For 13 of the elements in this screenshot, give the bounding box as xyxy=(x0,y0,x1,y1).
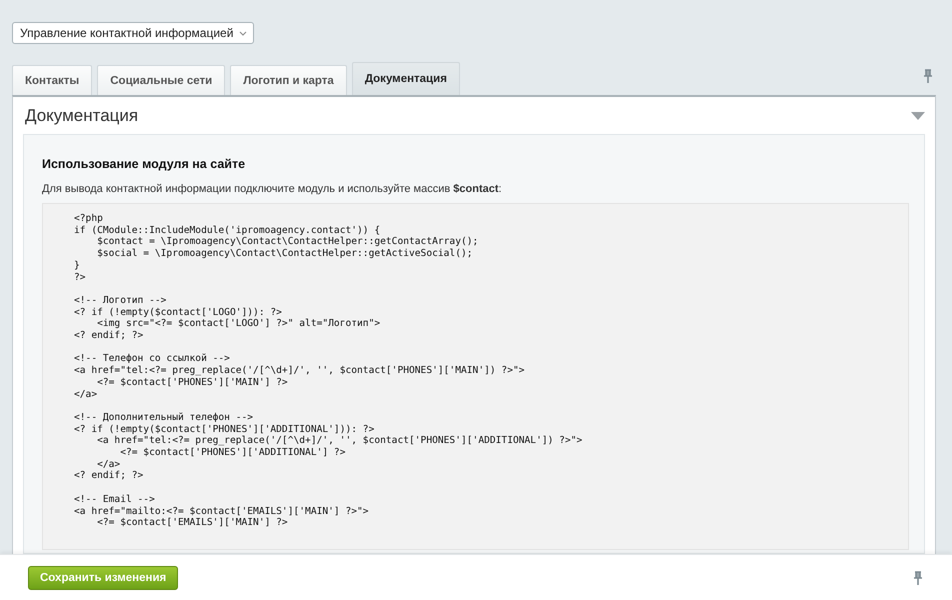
pin-icon[interactable] xyxy=(924,69,932,83)
tab[interactable]: Документация xyxy=(352,62,460,95)
panel-title: Документация xyxy=(25,106,138,126)
code-block: <?php if (CModule::IncludeModule('ipromoagency.contact')) { $contact = \Ipromoagency\Contact\ContactHelper::getContactArray(); $social = \Ipromoagency\Contact\ContactHelper::getActiveSocial(); } ?> <!-- Логотип --> <? if (!empty($contact['LOGO'])): ?> <img src="<?= $contact['LOGO'] ?>" alt="Логотип"> <? endif; ?> <!-- Телефон со ссылкой --> <a href="tel:<?= preg_replace('/[^\d+]/', '', $contact['PHONES']['MAIN']) ?>"> <?= $contact['PHONES']['MAIN'] ?> </a> <!-- Дополнительный телефон --> <? if (!empty($contact['PHONES']['ADDITIONAL'])): ?> <a href="tel:<?= preg_replace('/[^\d+]/', '', $contact['PHONES']['ADDITIONAL']) ?>"> <?= $contact['PHONES']['ADDITIONAL'] ?> </a> <? endif; ?> <!-- Email --> <a href="mailto:<?= $contact['EMAILS']['MAIN'] ?>"> <?= $contact['EMAILS']['MAIN'] ?> xyxy=(42,203,909,550)
tab[interactable]: Логотип и карта xyxy=(230,65,347,95)
chevron-icon xyxy=(239,30,248,36)
intro-text: Для вывода контактной информации подключите модуль и используйте массив $contact: xyxy=(42,183,503,195)
context-select[interactable]: Управление контактной информацией xyxy=(12,22,254,44)
tab[interactable]: Социальные сети xyxy=(97,65,226,95)
tab[interactable]: Контакты xyxy=(12,65,92,95)
pin-icon[interactable] xyxy=(914,570,922,584)
section-heading: Использование модуля на сайте xyxy=(42,157,246,171)
collapse-arrow-icon[interactable] xyxy=(911,112,925,120)
